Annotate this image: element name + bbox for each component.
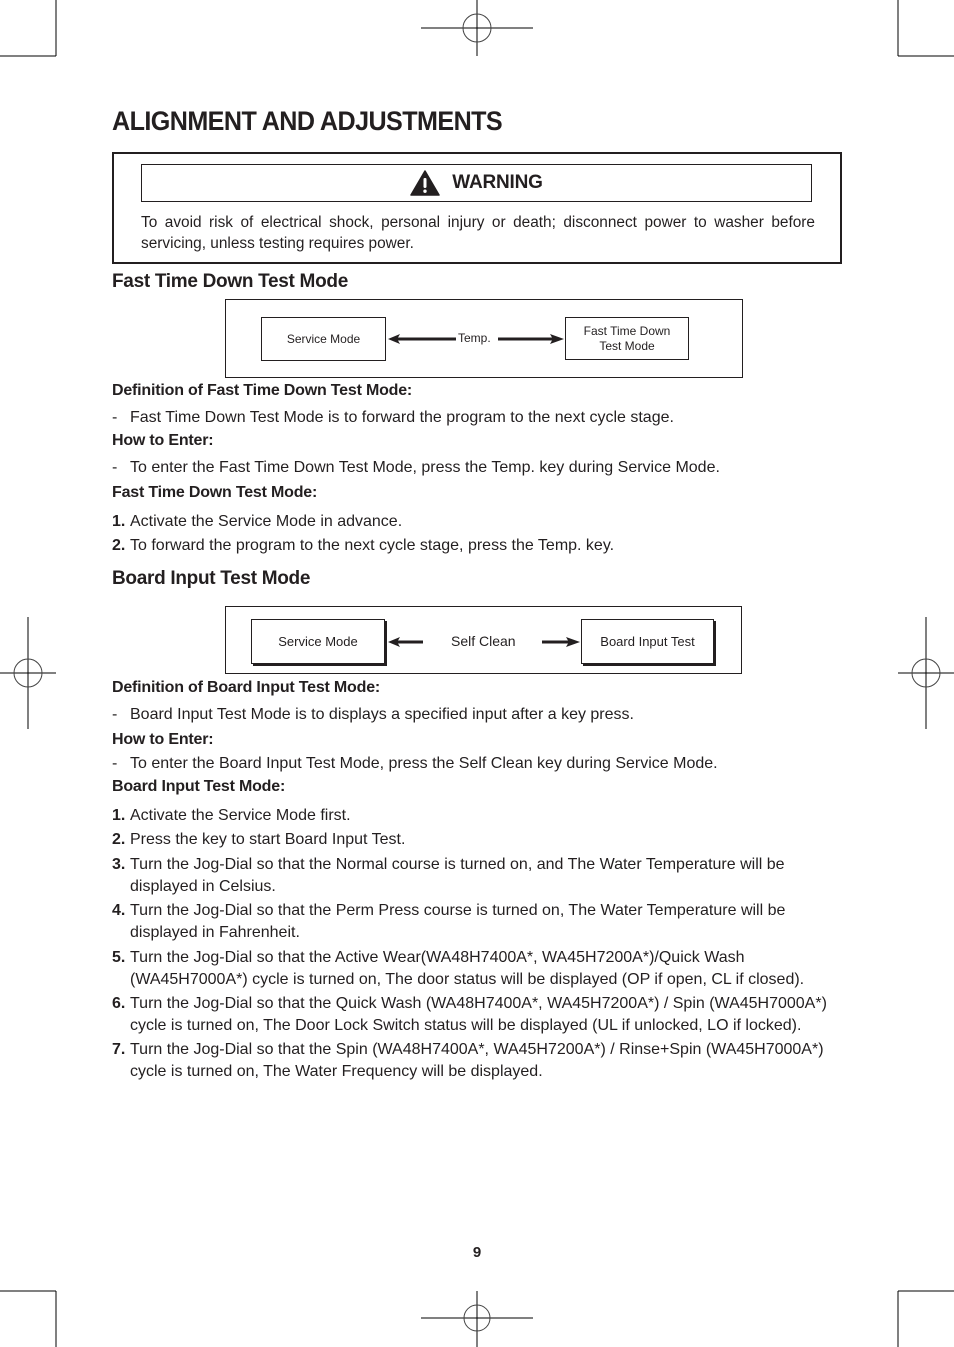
definition-item: - Board Input Test Mode is to displays a …	[112, 706, 634, 724]
how-to-enter-heading: How to Enter:	[112, 432, 214, 449]
crop-mark-bottom-left	[0, 1290, 57, 1347]
step-number: 4.	[112, 902, 126, 919]
diagram-node-board-input-test: Board Input Test	[581, 619, 714, 664]
step-item: 6. Turn the Jog-Dial so that the Quick Wa…	[112, 993, 847, 1037]
step-item: 5. Turn the Jog-Dial so that the Active W…	[112, 947, 847, 991]
step-item: 4. Turn the Jog-Dial so that the Perm Pre…	[112, 900, 847, 944]
how-to-enter-item: - To enter the Fast Time Down Test Mode, …	[112, 459, 720, 477]
bullet-dash: -	[112, 459, 118, 476]
procedure-heading: Board Input Test Mode:	[112, 778, 286, 795]
bullet-dash: -	[112, 755, 118, 772]
arrow-left-icon	[388, 637, 423, 647]
warning-box: WARNING To avoid risk of electrical shoc…	[112, 152, 842, 264]
step-text: Activate the Service Mode in advance.	[130, 513, 403, 530]
step-item: 7. Turn the Jog-Dial so that the Spin (WA…	[112, 1039, 847, 1083]
registration-mark-top	[421, 0, 533, 56]
crop-mark-bottom-right	[897, 1290, 954, 1347]
registration-mark-left	[0, 617, 56, 729]
step-text: Turn the Jog-Dial so that the Spin (WA48…	[130, 1041, 824, 1080]
step-number: 2.	[112, 537, 126, 554]
arrow-left-icon	[388, 334, 456, 344]
step-text: Turn the Jog-Dial so that the Normal cou…	[130, 856, 785, 895]
step-item: 1. Activate the Service Mode in advance.	[112, 511, 847, 533]
step-item: 1. Activate the Service Mode first.	[112, 805, 847, 827]
step-number: 2.	[112, 831, 126, 848]
definition-text: Fast Time Down Test Mode is to forward t…	[130, 409, 674, 426]
bullet-dash: -	[112, 409, 118, 426]
step-number: 5.	[112, 949, 126, 966]
arrow-right-icon	[542, 637, 580, 647]
diagram-node-service-mode: Service Mode	[261, 317, 386, 361]
step-number: 6.	[112, 995, 126, 1012]
section-heading-fast-time-down: Fast Time Down Test Mode	[112, 271, 348, 292]
fast-time-down-diagram: Service Mode Temp. Fast Time Down Test M…	[225, 299, 743, 378]
crop-mark-top-left	[0, 0, 57, 57]
warning-header: WARNING	[141, 164, 812, 202]
arrow-right-icon	[498, 334, 564, 344]
diagram-key-self-clean: Self Clean	[451, 633, 516, 649]
step-text: Turn the Jog-Dial so that the Perm Press…	[130, 902, 786, 941]
page-number: 9	[472, 1244, 482, 1261]
section-heading-board-input: Board Input Test Mode	[112, 568, 311, 589]
board-input-diagram: Service Mode Self Clean Board Input Test	[225, 606, 742, 674]
definition-item: - Fast Time Down Test Mode is to forward …	[112, 409, 674, 427]
diagram-node-line-1: Fast Time Down	[583, 323, 671, 338]
diagram-node-line-2: Test Mode	[599, 338, 655, 353]
warning-text: To avoid risk of electrical shock, perso…	[141, 214, 815, 252]
definition-text: Board Input Test Mode is to displays a s…	[130, 706, 634, 723]
diagram-node-service-mode: Service Mode	[251, 619, 385, 664]
step-number: 7.	[112, 1041, 126, 1058]
warning-label: WARNING	[452, 172, 543, 193]
step-text: To forward the program to the next cycle…	[130, 537, 615, 554]
step-number: 1.	[112, 513, 126, 530]
diagram-key-temp: Temp.	[458, 331, 491, 345]
diagram-node-fast-time-down: Fast Time Down Test Mode	[565, 317, 689, 360]
step-text: Press the key to start Board Input Test.	[130, 831, 406, 848]
how-to-enter-heading: How to Enter:	[112, 731, 214, 748]
how-to-enter-text: To enter the Board Input Test Mode, pres…	[130, 755, 718, 772]
definition-heading: Definition of Fast Time Down Test Mode:	[112, 382, 413, 399]
step-item: 2. To forward the program to the next cyc…	[112, 535, 847, 557]
page-title: ALIGNMENT AND ADJUSTMENTS	[112, 106, 503, 136]
step-item: 3. Turn the Jog-Dial so that the Normal c…	[112, 854, 847, 898]
step-text: Turn the Jog-Dial so that the Active Wea…	[130, 949, 805, 988]
how-to-enter-item: - To enter the Board Input Test Mode, pre…	[112, 755, 718, 773]
how-to-enter-text: To enter the Fast Time Down Test Mode, p…	[130, 459, 720, 476]
registration-mark-right	[898, 617, 954, 729]
crop-mark-top-right	[897, 0, 954, 57]
step-number: 3.	[112, 856, 126, 873]
bullet-dash: -	[112, 706, 118, 723]
registration-mark-bottom	[421, 1291, 533, 1347]
procedure-heading: Fast Time Down Test Mode:	[112, 484, 318, 501]
warning-triangle-icon	[410, 170, 441, 196]
step-text: Activate the Service Mode first.	[130, 807, 351, 824]
step-number: 1.	[112, 807, 126, 824]
step-text: Turn the Jog-Dial so that the Quick Wash…	[130, 995, 827, 1034]
step-item: 2. Press the key to start Board Input Tes…	[112, 829, 847, 851]
definition-heading: Definition of Board Input Test Mode:	[112, 679, 381, 696]
